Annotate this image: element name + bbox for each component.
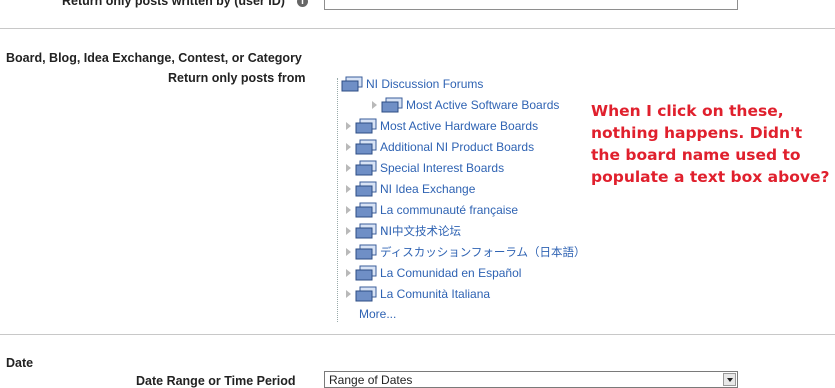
board-link[interactable]: NI Idea Exchange xyxy=(380,182,475,196)
annotation-note: When I click on these, nothing happens. … xyxy=(591,102,830,186)
board-filter-sublabel: Return only posts from xyxy=(168,71,306,85)
board-link[interactable]: La communauté française xyxy=(380,203,518,217)
board-link[interactable]: Most Active Hardware Boards xyxy=(380,119,538,133)
chevron-down-icon[interactable] xyxy=(723,373,736,386)
expand-arrow-icon[interactable] xyxy=(346,227,351,235)
folder-icon xyxy=(355,244,377,260)
expand-arrow-icon[interactable] xyxy=(346,269,351,277)
tree-item[interactable]: La communauté française xyxy=(346,201,518,219)
board-link[interactable]: Special Interest Boards xyxy=(380,161,504,175)
board-link-ni-discussion-forums[interactable]: NI Discussion Forums xyxy=(366,77,483,91)
date-range-selected-value: Range of Dates xyxy=(329,373,413,387)
expand-arrow-icon[interactable] xyxy=(346,185,351,193)
date-range-select[interactable]: Range of Dates xyxy=(324,371,738,388)
board-filter-heading: Board, Blog, Idea Exchange, Contest, or … xyxy=(6,51,302,65)
section-divider xyxy=(0,334,835,335)
date-heading: Date xyxy=(6,356,34,370)
folder-icon xyxy=(341,76,363,92)
tree-item[interactable]: Special Interest Boards xyxy=(346,159,504,177)
tree-item[interactable]: ディスカッションフォーラム（日本語） xyxy=(346,243,586,261)
expand-arrow-icon[interactable] xyxy=(346,248,351,256)
section-divider xyxy=(0,28,835,29)
board-link[interactable]: NI中文技术论坛 xyxy=(380,223,461,239)
tree-item-root[interactable]: NI Discussion Forums xyxy=(341,75,483,93)
expand-arrow-icon[interactable] xyxy=(346,122,351,130)
tree-more-item[interactable]: More... xyxy=(359,305,396,323)
folder-icon xyxy=(355,202,377,218)
expand-arrow-icon[interactable] xyxy=(346,206,351,214)
folder-icon xyxy=(355,160,377,176)
tree-item[interactable]: La Comunità Italiana xyxy=(346,285,490,303)
folder-icon xyxy=(355,223,377,239)
tree-item[interactable]: Most Active Software Boards xyxy=(372,96,559,114)
board-link[interactable]: ディスカッションフォーラム（日本語） xyxy=(380,244,586,260)
expand-arrow-icon[interactable] xyxy=(372,101,377,109)
tree-item[interactable]: NI中文技术论坛 xyxy=(346,222,461,240)
folder-icon xyxy=(355,139,377,155)
expand-arrow-icon[interactable] xyxy=(346,143,351,151)
info-icon[interactable]: i xyxy=(297,0,308,7)
board-link[interactable]: Additional NI Product Boards xyxy=(380,140,534,154)
board-link[interactable]: La Comunidad en Español xyxy=(380,266,521,280)
more-boards-link[interactable]: More... xyxy=(359,307,396,321)
tree-item[interactable]: NI Idea Exchange xyxy=(346,180,475,198)
expand-arrow-icon[interactable] xyxy=(346,290,351,298)
folder-icon xyxy=(355,181,377,197)
tree-item[interactable]: La Comunidad en Español xyxy=(346,264,521,282)
tree-item[interactable]: Most Active Hardware Boards xyxy=(346,117,538,135)
author-filter-label: Return only posts written by (user ID) xyxy=(62,0,285,8)
expand-arrow-icon[interactable] xyxy=(346,164,351,172)
folder-icon xyxy=(355,265,377,281)
board-link[interactable]: Most Active Software Boards xyxy=(406,98,559,112)
board-link[interactable]: La Comunità Italiana xyxy=(380,287,490,301)
folder-icon xyxy=(355,118,377,134)
tree-item[interactable]: Additional NI Product Boards xyxy=(346,138,534,156)
folder-icon xyxy=(381,97,403,113)
date-range-label: Date Range or Time Period xyxy=(136,374,296,388)
tree-guide-line xyxy=(337,78,338,322)
folder-icon xyxy=(355,286,377,302)
author-id-input[interactable] xyxy=(324,0,738,10)
